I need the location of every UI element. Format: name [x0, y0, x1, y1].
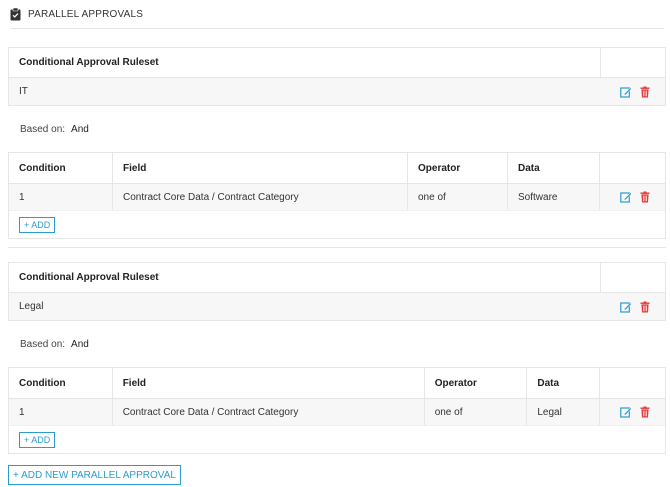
condition-cell: 1: [9, 184, 113, 210]
conditions-table: Condition Field Operator Data 1 Contract…: [8, 152, 666, 239]
column-header-data: Data: [508, 153, 600, 183]
parallel-approval-group: Conditional Approval Ruleset IT Based on…: [8, 47, 666, 239]
table-row: 1 Contract Core Data / Contract Category…: [9, 184, 665, 211]
trash-icon[interactable]: [639, 301, 651, 313]
ruleset-row: Legal: [9, 293, 665, 320]
clipboard-check-icon: [10, 7, 21, 20]
add-condition-button[interactable]: + ADD: [19, 216, 56, 233]
trash-icon[interactable]: [639, 406, 651, 418]
section-header: PARALLEL APPROVALS: [10, 0, 664, 29]
parallel-approval-group: Conditional Approval Ruleset Legal Based…: [8, 262, 666, 454]
row-actions: [600, 184, 665, 210]
ruleset-name: Legal: [19, 301, 44, 312]
divider: [8, 247, 666, 248]
row-actions: [600, 399, 665, 425]
based-on-label: Based on:: [20, 123, 66, 135]
conditions-table: Condition Field Operator Data 1 Contract…: [8, 367, 666, 454]
edit-icon[interactable]: [620, 86, 632, 98]
based-on: Based on: And: [8, 106, 666, 152]
add-condition-button[interactable]: + ADD: [19, 431, 56, 448]
field-cell: Contract Core Data / Contract Category: [113, 184, 408, 210]
column-header-operator: Operator: [408, 153, 508, 183]
column-header-field: Field: [113, 368, 425, 398]
ruleset-header: Conditional Approval Ruleset: [19, 272, 159, 283]
column-header-data: Data: [527, 368, 601, 398]
edit-icon[interactable]: [620, 406, 632, 418]
ruleset-header: Conditional Approval Ruleset: [19, 57, 159, 68]
ruleset-row: IT: [9, 78, 665, 105]
add-new-parallel-approval-button[interactable]: + ADD NEW PARALLEL APPROVAL: [8, 465, 181, 485]
ruleset-table: Conditional Approval Ruleset Legal: [8, 262, 666, 321]
column-header-condition: Condition: [9, 153, 113, 183]
column-header-field: Field: [113, 153, 408, 183]
column-header-condition: Condition: [9, 368, 113, 398]
operator-cell: one of: [408, 184, 508, 210]
ruleset-header-row: Conditional Approval Ruleset: [9, 263, 665, 293]
edit-icon[interactable]: [620, 301, 632, 313]
data-cell: Software: [508, 184, 600, 210]
conditions-header-row: Condition Field Operator Data: [9, 153, 665, 184]
table-row: 1 Contract Core Data / Contract Category…: [9, 399, 665, 426]
field-cell: Contract Core Data / Contract Category: [113, 399, 425, 425]
based-on-value: And: [71, 338, 89, 350]
data-cell: Legal: [527, 399, 601, 425]
ruleset-header-row: Conditional Approval Ruleset: [9, 48, 665, 78]
ruleset-table: Conditional Approval Ruleset IT: [8, 47, 666, 106]
condition-cell: 1: [9, 399, 113, 425]
operator-cell: one of: [425, 399, 528, 425]
ruleset-name: IT: [19, 86, 28, 97]
based-on-label: Based on:: [20, 338, 66, 350]
column-header-operator: Operator: [425, 368, 528, 398]
based-on-value: And: [71, 123, 89, 135]
trash-icon[interactable]: [639, 191, 651, 203]
page-title: PARALLEL APPROVALS: [28, 8, 144, 20]
based-on: Based on: And: [8, 321, 666, 367]
conditions-header-row: Condition Field Operator Data: [9, 368, 665, 399]
edit-icon[interactable]: [620, 191, 632, 203]
trash-icon[interactable]: [639, 86, 651, 98]
